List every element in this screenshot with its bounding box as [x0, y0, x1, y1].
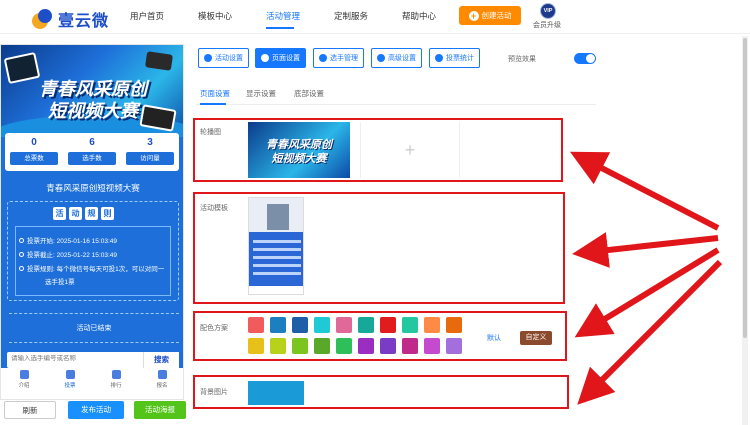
annotation-arrow — [572, 232, 719, 268]
annotation-arrow — [577, 259, 723, 405]
annotation-arrow — [574, 247, 720, 338]
annotation-arrow — [569, 151, 720, 231]
page-scrollbar[interactable] — [742, 36, 748, 425]
annotation-arrows — [569, 151, 723, 405]
